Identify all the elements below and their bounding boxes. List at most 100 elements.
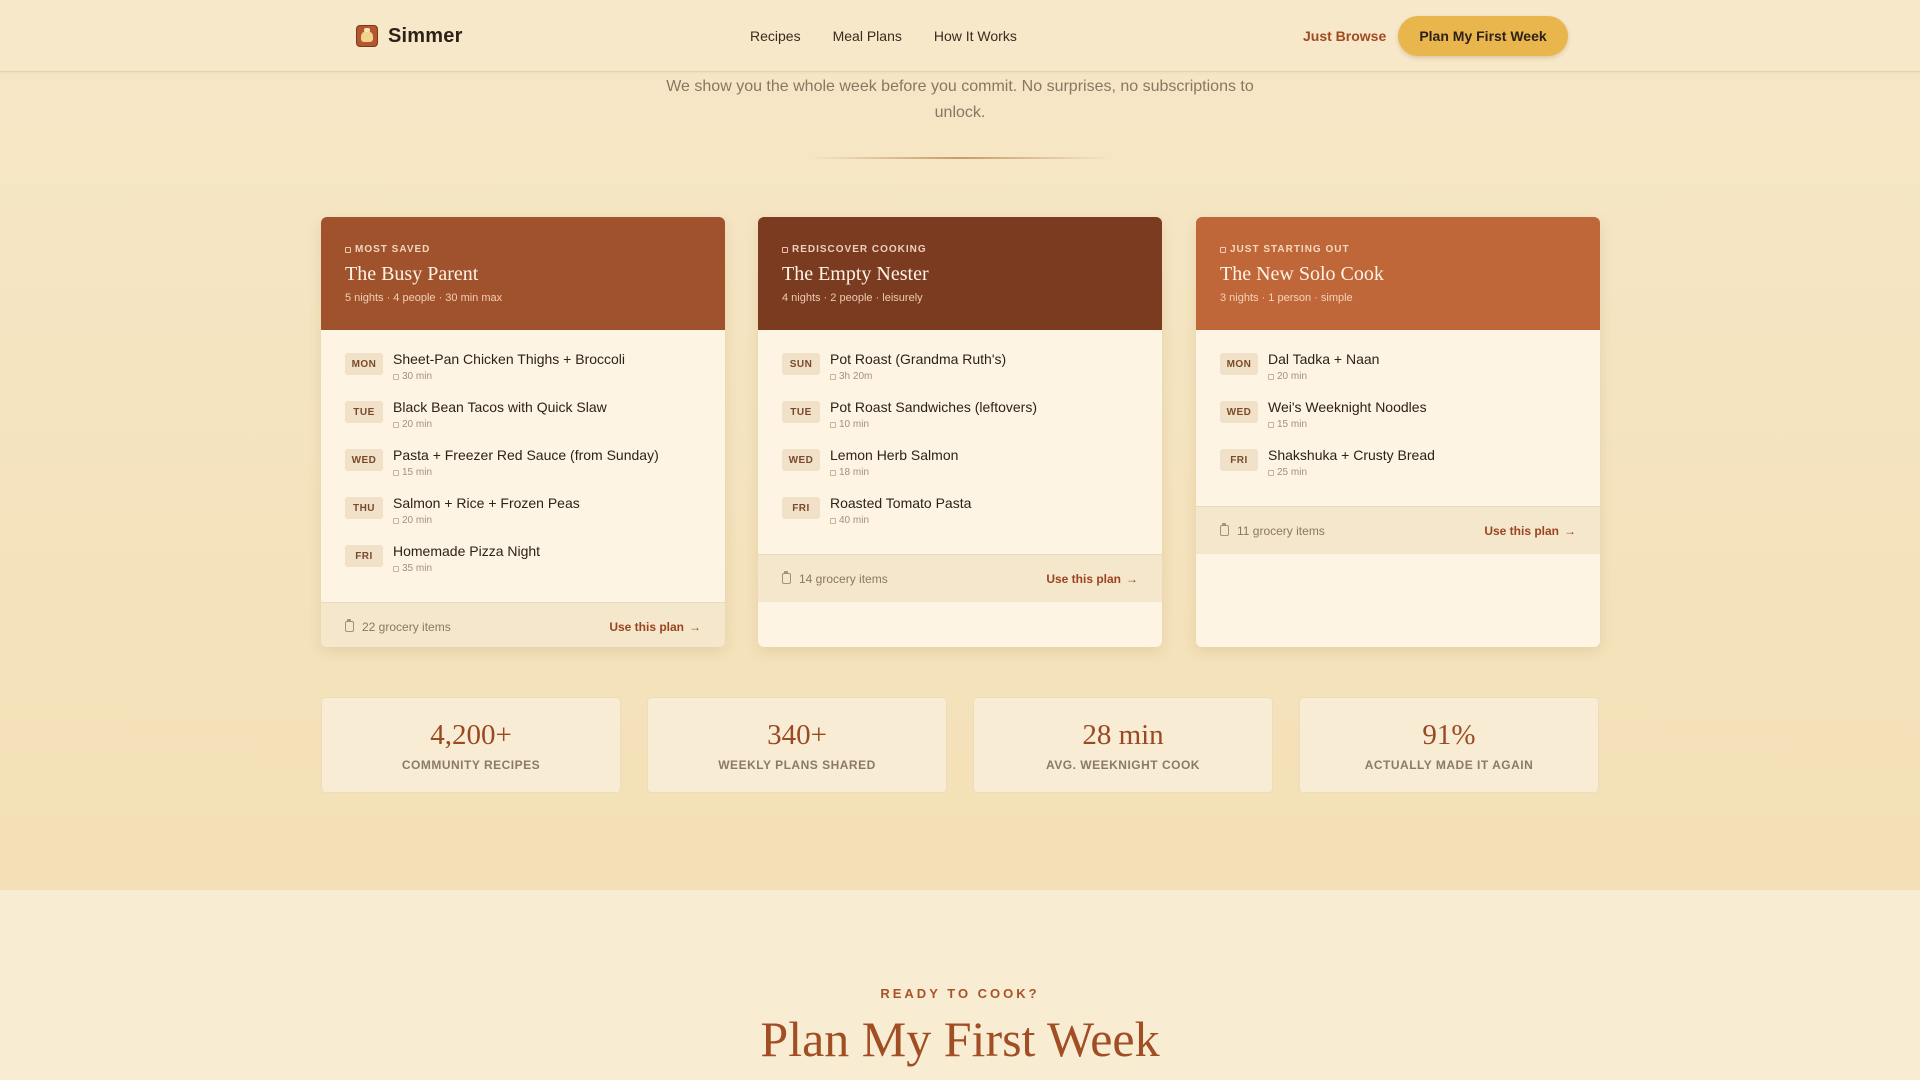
meal-info: Roasted Tomato Pasta 40 min xyxy=(830,494,971,526)
meal-row[interactable]: MON Dal Tadka + Naan 20 min xyxy=(1220,350,1576,398)
use-plan-label: Use this plan xyxy=(1484,523,1559,538)
meal-time: 15 min xyxy=(393,467,659,478)
plan-card-header: REDISCOVER COOKING The Empty Nester 4 nigh… xyxy=(758,217,1162,330)
grocery-count: 11 grocery items xyxy=(1220,523,1325,538)
meal-row[interactable]: THU Salmon + Rice + Frozen Peas 20 min xyxy=(345,494,701,542)
day-badge: MON xyxy=(345,353,383,375)
plan-tag: REDISCOVER COOKING xyxy=(782,244,1138,255)
meal-row[interactable]: FRI Homemade Pizza Night 35 min xyxy=(345,542,701,590)
day-badge: TUE xyxy=(782,401,820,423)
plan-card[interactable]: JUST STARTING OUT The New Solo Cook 3 nigh… xyxy=(1196,217,1600,647)
meal-time: 30 min xyxy=(393,371,625,382)
meal-info: Pot Roast Sandwiches (leftovers) 10 min xyxy=(830,398,1037,430)
meal-info: Dal Tadka + Naan 20 min xyxy=(1268,350,1379,382)
meal-time: 18 min xyxy=(830,467,958,478)
meal-info: Homemade Pizza Night 35 min xyxy=(393,542,540,574)
ready-eyebrow: READY TO COOK? xyxy=(880,986,1040,1001)
clock-icon xyxy=(1268,469,1274,476)
meal-time-label: 20 min xyxy=(402,515,433,526)
meal-row[interactable]: SUN Pot Roast (Grandma Ruth's) 3h 20m xyxy=(782,350,1138,398)
clock-icon xyxy=(1268,421,1274,428)
grocery-label: 14 grocery items xyxy=(799,571,888,586)
brand-name: Simmer xyxy=(388,24,463,47)
meal-list: MON Sheet-Pan Chicken Thighs + Broccoli 30… xyxy=(321,330,725,590)
meal-time: 20 min xyxy=(393,419,607,430)
meal-name: Roasted Tomato Pasta xyxy=(830,495,972,511)
meal-info: Wei's Weeknight Noodles 15 min xyxy=(1268,398,1427,430)
meal-time-label: 20 min xyxy=(402,419,433,430)
meal-time-label: 20 min xyxy=(1277,371,1308,382)
plan-title: The New Solo Cook xyxy=(1220,263,1384,285)
meal-name: Sheet-Pan Chicken Thighs + Broccoli xyxy=(393,351,626,367)
just-browse-link[interactable]: Just Browse xyxy=(1303,26,1386,46)
meal-row[interactable]: TUE Black Bean Tacos with Quick Slaw 20 mi… xyxy=(345,398,701,446)
meal-name: Homemade Pizza Night xyxy=(393,543,541,559)
clock-icon xyxy=(393,469,399,476)
meal-row[interactable]: MON Sheet-Pan Chicken Thighs + Broccoli 30… xyxy=(345,350,701,398)
grocery-count: 14 grocery items xyxy=(782,571,888,586)
meal-name: Pasta + Freezer Red Sauce (from Sunday) xyxy=(393,447,659,463)
arrow-right-icon: → xyxy=(1564,523,1576,538)
meal-info: Shakshuka + Crusty Bread 25 min xyxy=(1268,446,1435,478)
meal-info: Sheet-Pan Chicken Thighs + Broccoli 30 mi… xyxy=(393,350,625,382)
meal-row[interactable]: FRI Shakshuka + Crusty Bread 25 min xyxy=(1220,446,1576,494)
meal-time: 15 min xyxy=(1268,419,1427,430)
meal-name: Pot Roast Sandwiches (leftovers) xyxy=(830,399,1037,415)
closing-title: Plan My First Week xyxy=(760,1011,1160,1067)
nav-link-meal-plans[interactable]: Meal Plans xyxy=(833,26,902,46)
use-plan-link[interactable]: Use this plan → xyxy=(1046,572,1138,586)
plan-card-footer: 14 grocery items Use this plan → xyxy=(758,554,1162,602)
plan-tag-label: REDISCOVER COOKING xyxy=(792,244,927,255)
meal-name: Dal Tadka + Naan xyxy=(1268,351,1380,367)
plan-tag-label: JUST STARTING OUT xyxy=(1230,244,1350,255)
meal-time-label: 15 min xyxy=(1277,419,1308,430)
plan-first-week-button[interactable]: Plan My First Week xyxy=(1398,16,1568,56)
meal-name: Lemon Herb Salmon xyxy=(830,447,959,463)
meal-info: Black Bean Tacos with Quick Slaw 20 min xyxy=(393,398,607,430)
plan-card[interactable]: REDISCOVER COOKING The Empty Nester 4 nigh… xyxy=(758,217,1162,647)
plan-tag-label: MOST SAVED xyxy=(355,244,431,255)
meal-row[interactable]: WED Lemon Herb Salmon 18 min xyxy=(782,446,1138,494)
nav-link-recipes[interactable]: Recipes xyxy=(750,26,801,46)
clock-icon xyxy=(830,517,836,524)
use-plan-label: Use this plan xyxy=(1046,571,1121,586)
meal-row[interactable]: FRI Roasted Tomato Pasta 40 min xyxy=(782,494,1138,542)
meal-name: Shakshuka + Crusty Bread xyxy=(1268,447,1435,463)
use-plan-link[interactable]: Use this plan → xyxy=(1484,524,1576,538)
intro-text: We show you the whole week before you co… xyxy=(666,78,1254,121)
meal-time-label: 25 min xyxy=(1277,467,1308,478)
clipboard-icon xyxy=(1220,523,1229,536)
meal-row[interactable]: TUE Pot Roast Sandwiches (leftovers) 10 mi… xyxy=(782,398,1138,446)
meal-info: Pot Roast (Grandma Ruth's) 3h 20m xyxy=(830,350,1006,382)
meal-time: 3h 20m xyxy=(830,371,1006,382)
nav-link-how-it-works[interactable]: How It Works xyxy=(934,26,1017,46)
plan-tag: JUST STARTING OUT xyxy=(1220,244,1576,255)
meal-time: 40 min xyxy=(830,515,971,526)
top-navbar: Simmer Recipes Meal Plans How It Works J… xyxy=(0,0,1920,72)
meal-name: Pot Roast (Grandma Ruth's) xyxy=(830,351,1007,367)
meal-time-label: 18 min xyxy=(839,467,870,478)
brand[interactable]: Simmer xyxy=(356,22,463,50)
use-plan-link[interactable]: Use this plan → xyxy=(609,620,701,634)
plan-card-header: JUST STARTING OUT The New Solo Cook 3 nigh… xyxy=(1196,217,1600,330)
plan-card-footer: 11 grocery items Use this plan → xyxy=(1196,506,1600,554)
meal-info: Salmon + Rice + Frozen Peas 20 min xyxy=(393,494,580,526)
plan-title: The Empty Nester xyxy=(782,263,929,285)
clock-icon xyxy=(830,421,836,428)
clock-icon xyxy=(830,469,836,476)
plan-tag: MOST SAVED xyxy=(345,244,701,255)
meal-time-label: 30 min xyxy=(402,371,433,382)
meal-info: Pasta + Freezer Red Sauce (from Sunday) 1… xyxy=(393,446,659,478)
clock-icon xyxy=(393,565,399,572)
plan-card[interactable]: MOST SAVED The Busy Parent 5 nights · 4 pe… xyxy=(321,217,725,647)
meal-row[interactable]: WED Pasta + Freezer Red Sauce (from Sunda… xyxy=(345,446,701,494)
grocery-label: 22 grocery items xyxy=(362,619,451,634)
stat-card: 4,200+ COMMUNITY RECIPES xyxy=(321,697,621,793)
meal-time: 10 min xyxy=(830,419,1037,430)
arrow-right-icon: → xyxy=(1126,571,1138,586)
stat-value: 4,200+ xyxy=(430,719,512,751)
meal-row[interactable]: WED Wei's Weeknight Noodles 15 min xyxy=(1220,398,1576,446)
meal-time: 35 min xyxy=(393,563,540,574)
clock-icon xyxy=(393,421,399,428)
meal-time: 20 min xyxy=(393,515,580,526)
